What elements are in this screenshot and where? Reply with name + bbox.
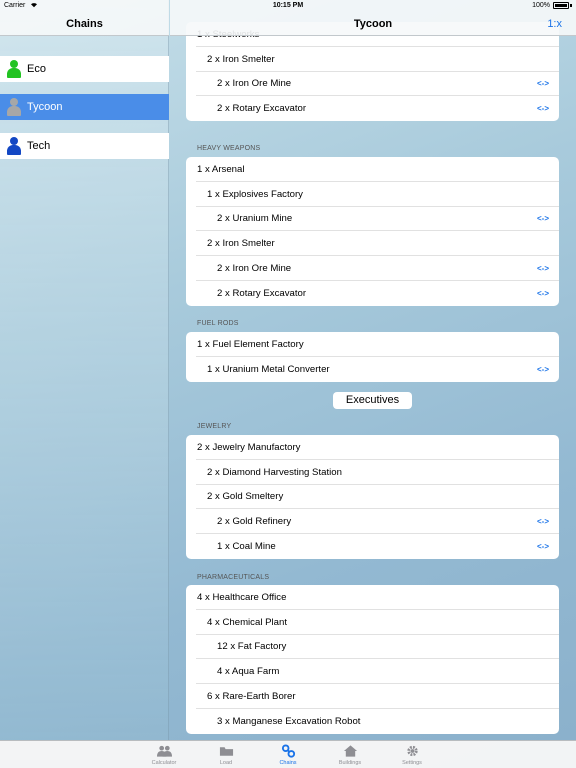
list-item-label: 2 x Gold Refinery [217,516,292,528]
swap-button[interactable]: <-> [537,264,549,273]
swap-button[interactable]: <-> [537,517,549,526]
list-item[interactable]: 2 x Gold Smeltery [186,485,559,510]
list-item-label: 6 x Rare-Earth Borer [207,691,296,703]
heavy-weapons-group: 1 x Arsenal 1 x Explosives Factory 2 x Ura… [186,157,559,306]
list-item[interactable]: 12 x Fat Factory [186,635,559,660]
swap-button[interactable]: <-> [537,79,549,88]
tab-label: Settings [402,760,422,766]
list-item[interactable]: 2 x Uranium Mine <-> [186,207,559,232]
tab-buildings[interactable]: Buildings [319,741,381,768]
list-item-label: 2 x Iron Ore Mine [217,263,292,275]
list-item-label: 1 x Coal Mine [217,541,276,553]
list-item-label: 1 x Explosives Factory [207,188,303,200]
battery-percent: 100% [532,2,550,9]
list-item-label: 2 x Iron Ore Mine [217,78,292,90]
tab-label: Load [219,760,233,766]
tab-label: Buildings [338,760,362,766]
tab-bar: Calculator Load Chains Buildings Setting… [0,740,576,768]
chains-sidebar: Chains Eco Tycoon Tech [0,0,169,740]
sidebar-title: Chains [66,18,103,30]
list-item[interactable]: 4 x Aqua Farm [186,659,559,685]
list-item[interactable]: 3 x Manganese Excavation Robot [186,709,559,734]
list-item-label: 4 x Healthcare Office [197,591,287,603]
swap-button[interactable]: <-> [537,289,549,298]
list-item[interactable]: 1 x Arsenal [186,157,559,182]
fuel-rods-group: 1 x Fuel Element Factory 1 x Uranium Meta… [186,332,559,382]
battery-indicator: 100% [532,2,572,9]
section-header-jewelry: JEWELRY [197,423,232,430]
list-item[interactable]: 1 x Coal Mine <-> [186,534,559,559]
list-item[interactable]: 2 x Rotary Excavator <-> [186,281,559,306]
chain-item-label: Tech [27,140,51,152]
list-item-label: 1 x Fuel Element Factory [197,338,304,350]
list-item-label: 12 x Fat Factory [217,641,287,653]
section-header-pharmaceuticals: PHARMACEUTICALS [197,574,270,581]
gear-icon [406,745,418,757]
list-item-label: 2 x Rotary Excavator [217,103,307,115]
section-header-fuel-rods: FUEL RODS [197,320,239,327]
jewelry-group: 2 x Jewelry Manufactory 2 x Diamond Harve… [186,435,559,559]
chain-detail-pane[interactable]: Tycoon 1:x 1 x Steelworks2 x Iron Smelte… [170,0,576,740]
list-item[interactable]: 2 x Gold Refinery <-> [186,509,559,535]
swap-button[interactable]: <-> [537,542,549,551]
list-item[interactable]: 2 x Iron Smelter [186,231,559,257]
swap-button[interactable]: <-> [537,365,549,374]
tab-label: Chains [279,760,297,766]
tab-calculator[interactable]: Calculator [133,741,195,768]
list-item[interactable]: 2 x Iron Ore Mine <-> [186,72,559,97]
tab-load[interactable]: Load [195,741,257,768]
swap-button[interactable]: <-> [537,104,549,113]
list-item[interactable]: 1 x Uranium Metal Converter <-> [186,357,559,382]
house-icon [343,745,357,757]
list-item-label: 2 x Diamond Harvesting Station [207,466,342,478]
list-item[interactable]: 2 x Rotary Excavator <-> [186,96,559,121]
list-item[interactable]: 1 x Fuel Element Factory [186,332,559,357]
list-item[interactable]: 6 x Rare-Earth Borer [186,684,559,709]
tab-settings[interactable]: Settings [381,741,443,768]
list-item-label: 2 x Uranium Mine [217,213,293,225]
list-item-label: 2 x Iron Smelter [207,53,275,65]
folder-icon [219,747,233,756]
clock: 10:15 PM [272,2,304,9]
list-item[interactable]: 2 x Iron Ore Mine <-> [186,256,559,281]
list-item-label: 2 x Jewelry Manufactory [197,441,301,453]
list-item[interactable]: 2 x Diamond Harvesting Station [186,460,559,485]
chain-icon [281,744,295,758]
person-icon [7,137,21,155]
list-item-label: 2 x Gold Smeltery [207,491,284,503]
chain-item-label: Tycoon [27,101,63,113]
executives-label: Executives [333,392,412,409]
list-item[interactable]: 2 x Iron Smelter [186,47,559,72]
ratio-button[interactable]: 1:x [547,18,562,30]
steelworks-group: 1 x Steelworks2 x Iron Smelter2 x Iron O… [186,22,559,122]
chain-item-eco[interactable]: Eco [0,56,169,82]
status-bar: Carrier 10:15 PM 100% [0,0,576,12]
list-item-label: 2 x Rotary Excavator [217,287,307,299]
list-item-label: 1 x Arsenal [197,163,245,175]
battery-icon [553,2,569,9]
list-item[interactable]: 1 x Explosives Factory [186,182,559,207]
person-icon [7,60,21,78]
page-title: Tycoon [353,18,393,30]
chain-item-label: Eco [27,63,46,75]
person-icon [7,98,21,116]
list-item[interactable]: 4 x Chemical Plant [186,610,559,635]
list-item-label: 4 x Chemical Plant [207,616,287,628]
tab-chains[interactable]: Chains [257,741,319,768]
list-item[interactable]: 2 x Jewelry Manufactory [186,435,559,460]
tab-label: Calculator [151,760,177,766]
list-item-label: 3 x Manganese Excavation Robot [217,715,361,727]
list-item-label: 2 x Iron Smelter [207,238,275,250]
battery-tip [570,4,572,7]
list-item-label: 4 x Aqua Farm [217,666,280,678]
swap-button[interactable]: <-> [537,214,549,223]
list-item[interactable]: 4 x Healthcare Office [186,585,559,610]
chain-item-tycoon[interactable]: Tycoon [0,94,169,120]
pharmaceuticals-group: 4 x Healthcare Office 4 x Chemical Plant 1… [186,585,559,734]
people-icon [156,745,172,757]
section-header-heavy-weapons: HEAVY WEAPONS [197,145,261,152]
chain-item-tech[interactable]: Tech [0,133,169,159]
list-item-label: 1 x Uranium Metal Converter [207,363,330,375]
